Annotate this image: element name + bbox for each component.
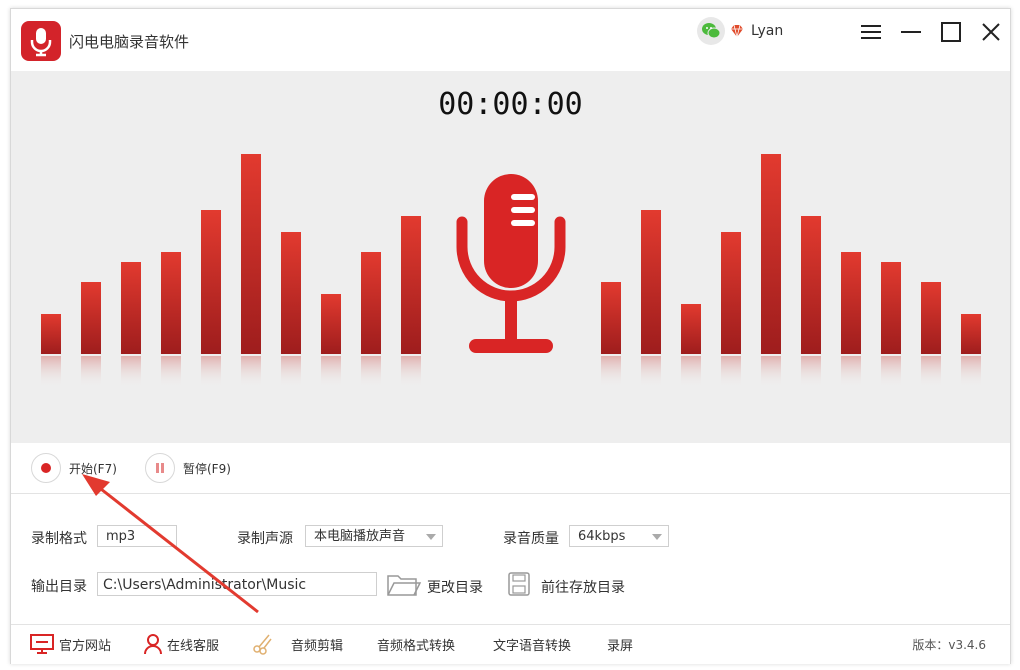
title-bar: 闪电电脑录音软件 Lyan [11,9,1010,71]
recording-controls: 开始(F7) 暂停(F9) [11,443,1010,494]
monitor-icon[interactable] [29,632,55,656]
level-bar-reflection [921,356,941,388]
level-bar-left-4 [161,252,181,354]
level-bar-right-1 [601,282,621,354]
level-bar-left-3 [121,262,141,354]
level-bar-reflection [721,356,741,388]
level-bar-reflection [281,356,301,388]
recording-settings: 录制格式 mp3 录制声源 本电脑播放声音 录音质量 64kbps 输出目录 C… [11,494,1010,624]
chevron-down-icon [652,534,662,540]
wechat-icon[interactable] [697,17,725,45]
source-value: 本电脑播放声音 [314,529,406,544]
level-bar-right-8 [881,262,901,354]
level-bar-left-2 [81,282,101,354]
quality-label: 录音质量 [503,531,559,547]
record-icon [41,463,51,473]
microphone-icon [456,174,566,353]
format-label: 录制格式 [31,531,87,547]
level-bar-reflection [601,356,621,388]
vip-diamond-icon [729,23,745,43]
level-bar-reflection [881,356,901,388]
menu-icon[interactable] [858,19,884,45]
level-bar-left-10 [401,216,421,354]
footer-bar: 官方网站 在线客服 音频剪辑 音频格式转换 文字语音转换 录屏 版本：v3.4.… [11,624,1010,664]
chevron-down-icon [426,534,436,540]
support-person-icon[interactable] [143,632,163,656]
save-disk-icon[interactable] [507,571,531,597]
level-bar-reflection [121,356,141,388]
quality-select[interactable]: 64kbps [569,525,669,547]
change-dir-button[interactable]: 更改目录 [427,577,483,597]
level-bar-reflection [641,356,661,388]
app-logo [21,21,61,61]
app-title: 闪电电脑录音软件 [69,33,190,51]
level-bar-reflection [681,356,701,388]
level-bar-left-1 [41,314,61,354]
output-label: 输出目录 [31,579,87,595]
minimize-icon[interactable] [898,19,924,45]
format-select[interactable]: mp3 [97,525,177,547]
support-link[interactable]: 在线客服 [167,635,219,654]
level-bar-reflection [41,356,61,388]
screen-record-link[interactable]: 录屏 [607,635,633,654]
level-bar-left-5 [201,210,221,354]
tts-link[interactable]: 文字语音转换 [493,635,571,654]
open-dir-button[interactable]: 前往存放目录 [541,577,625,597]
level-bar-left-6 [241,154,261,354]
level-bar-reflection [201,356,221,388]
app-window: 闪电电脑录音软件 Lyan 00:00:00 开始(F7) 暂停(F9) 录制格… [10,8,1011,664]
pause-button[interactable] [145,453,175,483]
recording-visualizer: 00:00:00 [11,71,1010,443]
start-button[interactable] [31,453,61,483]
level-bar-reflection [81,356,101,388]
scissors-icon[interactable] [251,631,275,655]
level-bar-right-6 [801,216,821,354]
level-bar-left-9 [361,252,381,354]
level-bar-right-4 [721,232,741,354]
level-bar-right-5 [761,154,781,354]
level-bar-reflection [401,356,421,388]
level-bar-reflection [241,356,261,388]
level-bar-reflection [841,356,861,388]
level-bar-right-3 [681,304,701,354]
audio-level-bars [41,154,981,388]
audio-cut-link[interactable]: 音频剪辑 [291,635,343,654]
pause-label[interactable]: 暂停(F9) [183,460,231,477]
version-text: 版本：v3.4.6 [912,638,986,652]
start-label[interactable]: 开始(F7) [69,460,117,477]
source-label: 录制声源 [237,531,293,547]
folder-icon[interactable] [386,571,422,599]
format-convert-link[interactable]: 音频格式转换 [377,635,455,654]
level-bar-right-9 [921,282,941,354]
level-bar-right-2 [641,210,661,354]
pause-icon [156,463,164,473]
level-bar-right-10 [961,314,981,354]
level-bar-right-7 [841,252,861,354]
level-bar-left-8 [321,294,341,354]
level-bar-reflection [961,356,981,388]
level-bar-left-7 [281,232,301,354]
level-bar-reflection [801,356,821,388]
output-path-field[interactable]: C:\Users\Administrator\Music [97,572,377,596]
level-bar-reflection [321,356,341,388]
level-bar-reflection [361,356,381,388]
level-bar-reflection [761,356,781,388]
quality-value: 64kbps [578,529,626,544]
user-name[interactable]: Lyan [751,23,783,39]
website-link[interactable]: 官方网站 [59,635,111,654]
level-bar-reflection [161,356,181,388]
source-select[interactable]: 本电脑播放声音 [305,525,443,547]
format-value: mp3 [106,529,136,544]
maximize-icon[interactable] [938,19,964,45]
close-icon[interactable] [978,19,1004,45]
